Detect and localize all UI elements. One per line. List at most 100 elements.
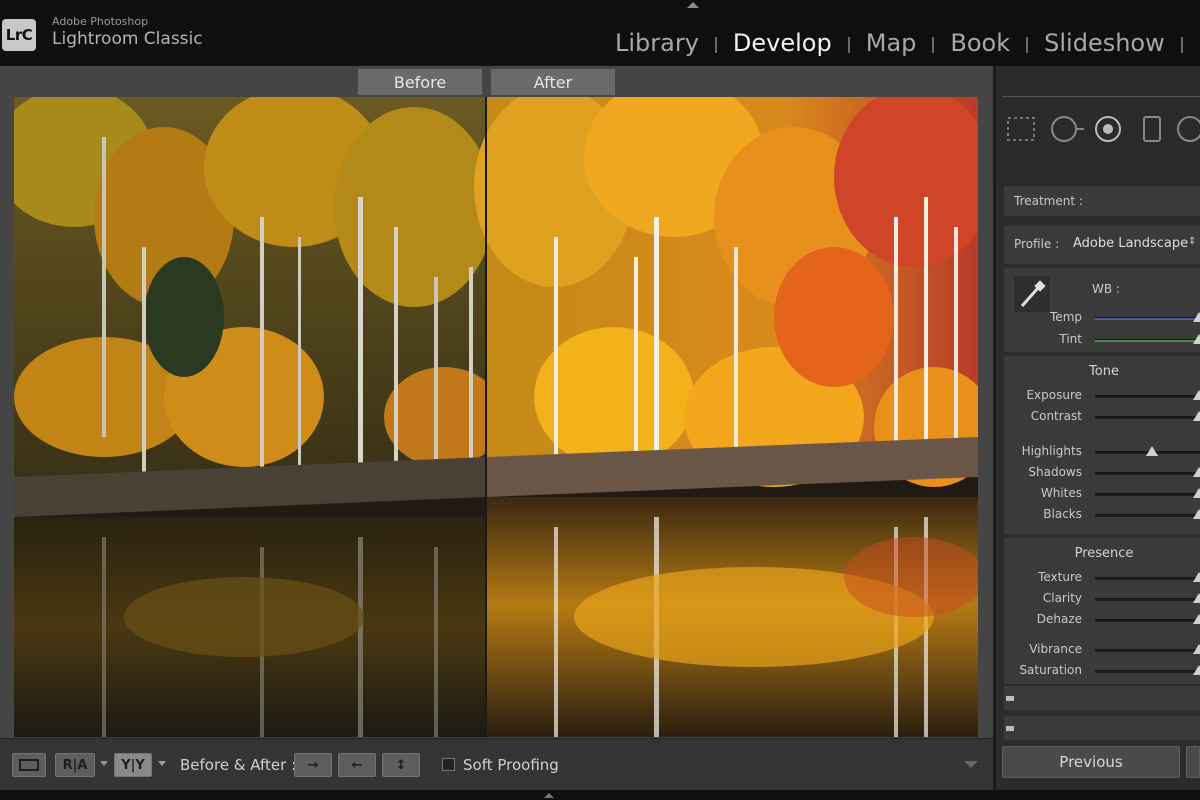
copy-after-to-before-button[interactable]: ←: [338, 753, 376, 777]
module-book[interactable]: Book: [950, 29, 1010, 57]
reset-button-stub[interactable]: [1186, 746, 1200, 778]
vibrance-slider-thumb[interactable]: [1193, 644, 1200, 654]
before-after-split-button[interactable]: Y|Y: [114, 753, 152, 777]
dehaze-label: Dehaze: [1036, 612, 1082, 626]
temp-label: Temp: [1050, 310, 1082, 324]
vibrance-slider-track[interactable]: [1095, 649, 1200, 652]
before-after-left-right-button[interactable]: R|A: [55, 753, 95, 777]
tint-label: Tint: [1059, 332, 1082, 346]
tint-slider-thumb[interactable]: [1193, 334, 1200, 344]
texture-slider-track[interactable]: [1095, 577, 1200, 580]
yy-icon: Y|Y: [121, 757, 145, 773]
collapse-top-panel-icon[interactable]: [687, 2, 699, 8]
collapsed-panel-2[interactable]: [1004, 716, 1200, 740]
shadows-slider-track[interactable]: [1095, 472, 1200, 475]
tone-section: Tone Exposure Contrast Highlights Shadow…: [1004, 356, 1200, 534]
soft-proofing-label: Soft Proofing: [463, 756, 559, 774]
loupe-view-button[interactable]: [12, 753, 46, 777]
copy-before-to-after-button[interactable]: →: [294, 753, 332, 777]
dehaze-slider-thumb[interactable]: [1193, 614, 1200, 624]
profile-row: Profile : Adobe Landscape ⇕: [1004, 226, 1200, 264]
tool-icons: [1007, 116, 1200, 142]
profile-select[interactable]: Adobe Landscape: [1073, 236, 1188, 251]
vibrance-label: Vibrance: [1029, 642, 1082, 656]
dehaze-slider-track[interactable]: [1095, 619, 1200, 622]
saturation-slider-track[interactable]: [1095, 670, 1200, 673]
after-label: After: [491, 69, 615, 95]
module-slideshow[interactable]: Slideshow: [1044, 29, 1165, 57]
module-picker: Library Develop Map Book Slideshow Pr: [615, 29, 1200, 57]
exposure-label: Exposure: [1026, 388, 1082, 402]
panel-switch-icon[interactable]: [1006, 696, 1014, 701]
module-develop[interactable]: Develop: [733, 29, 832, 57]
swap-before-after-button[interactable]: ↕: [382, 753, 420, 777]
contrast-slider-thumb[interactable]: [1193, 411, 1200, 421]
white-balance-section: WB : Temp Tint: [1004, 268, 1200, 352]
loupe-icon: [19, 759, 39, 771]
module-separator: [847, 37, 850, 53]
before-after-divider: [485, 97, 487, 737]
module-separator: [714, 37, 717, 53]
module-map[interactable]: Map: [866, 29, 917, 57]
module-bar: LrC Adobe Photoshop Lightroom Classic Li…: [0, 0, 1200, 66]
clarity-slider-track[interactable]: [1095, 598, 1200, 601]
temp-slider-thumb[interactable]: [1193, 312, 1200, 322]
toolbar-content-dropdown-icon[interactable]: [964, 761, 978, 768]
texture-slider-thumb[interactable]: [1193, 572, 1200, 582]
eyedropper-icon[interactable]: [1014, 276, 1050, 312]
tone-title: Tone: [1089, 364, 1119, 379]
red-eye-icon[interactable]: [1095, 116, 1121, 142]
image-view: Before After: [0, 66, 993, 738]
blacks-slider-track[interactable]: [1095, 514, 1200, 517]
texture-label: Texture: [1038, 570, 1082, 584]
tint-slider-track[interactable]: [1095, 339, 1200, 342]
saturation-slider-thumb[interactable]: [1193, 665, 1200, 675]
before-after-label: Before & After :: [180, 756, 297, 774]
photo-canvas[interactable]: [14, 97, 978, 737]
previous-button[interactable]: Previous: [1002, 746, 1180, 778]
whites-slider-thumb[interactable]: [1193, 488, 1200, 498]
profile-label: Profile :: [1014, 237, 1060, 251]
treatment-row: Treatment :: [1004, 186, 1200, 216]
radial-filter-icon[interactable]: [1177, 116, 1200, 142]
product-name: Lightroom Classic: [52, 29, 203, 49]
contrast-slider-track[interactable]: [1095, 416, 1200, 419]
view-mode-dropdown-icon[interactable]: [100, 761, 108, 766]
tool-strip: [996, 66, 1200, 186]
develop-panel: Treatment : Profile : Adobe Landscape ⇕ …: [996, 66, 1200, 800]
saturation-label: Saturation: [1019, 663, 1082, 677]
arrow-left-icon: ←: [351, 757, 363, 773]
shadows-slider-thumb[interactable]: [1193, 467, 1200, 477]
profile-dropdown-icon[interactable]: ⇕: [1188, 236, 1196, 247]
soft-proofing-checkbox[interactable]: [442, 758, 455, 771]
filmstrip-bar: [0, 790, 1200, 800]
module-separator: [1180, 37, 1183, 53]
exposure-slider-track[interactable]: [1095, 395, 1200, 398]
clarity-slider-thumb[interactable]: [1193, 593, 1200, 603]
blacks-label: Blacks: [1043, 507, 1082, 521]
tool-strip-divider: [1002, 96, 1200, 97]
arrow-right-icon: →: [307, 757, 319, 773]
crop-overlay-icon[interactable]: [1007, 117, 1035, 141]
before-image: [14, 97, 504, 737]
view-toolbar: R|A Y|Y Before & After : → ← ↕ Soft Proo…: [0, 738, 993, 790]
blacks-slider-thumb[interactable]: [1193, 509, 1200, 519]
expand-filmstrip-icon[interactable]: [544, 793, 554, 798]
spot-removal-icon[interactable]: [1051, 116, 1084, 142]
app-logo: LrC: [2, 19, 36, 51]
panel-switch-icon[interactable]: [1006, 726, 1014, 731]
collapsed-panel-1[interactable]: [1004, 686, 1200, 710]
swap-icon: ↕: [395, 757, 407, 773]
exposure-slider-thumb[interactable]: [1193, 390, 1200, 400]
app-identity: Adobe Photoshop Lightroom Classic: [52, 16, 203, 48]
highlights-slider-thumb[interactable]: [1146, 446, 1159, 456]
clarity-label: Clarity: [1042, 591, 1082, 605]
whites-label: Whites: [1040, 486, 1082, 500]
presence-section: Presence Texture Clarity Dehaze Vibrance…: [1004, 538, 1200, 684]
temp-slider-track[interactable]: [1095, 317, 1200, 320]
whites-slider-track[interactable]: [1095, 493, 1200, 496]
module-library[interactable]: Library: [615, 29, 699, 57]
split-mode-dropdown-icon[interactable]: [158, 761, 166, 766]
module-separator: [932, 37, 935, 53]
graduated-filter-icon[interactable]: [1143, 116, 1161, 142]
